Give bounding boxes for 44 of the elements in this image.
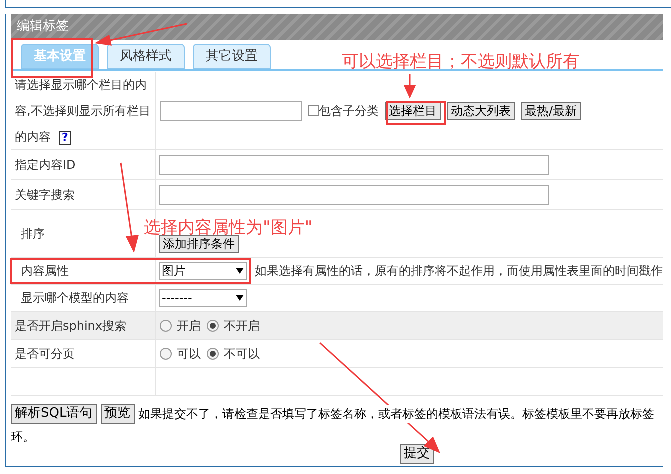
radio-button[interactable] [160,348,172,360]
arrow-icon [120,162,139,254]
field-label: 是否开启sphinx搜索 [15,318,127,334]
subcategory-checkbox[interactable] [308,105,319,116]
option-button[interactable]: 最热/最新 [521,102,582,120]
tab[interactable]: 其它设置 [193,44,271,69]
field-label: 内容属性 [21,263,69,280]
hint-text: 如果选择有属性的话，原有的排序将不起作用，而使用属性表里面的时间戳作 [255,263,663,280]
dropdown-caret-icon [236,268,244,274]
arrow-icon [94,23,188,46]
radio-label: 不可以 [224,346,260,362]
footer-button[interactable]: 预览 [100,404,135,424]
option-button[interactable]: 动态大列表 [447,102,515,120]
checkbox-label: 包含子分类 [319,102,379,120]
annotation-text: 选择内容属性为"图片" [144,217,313,238]
radio-button[interactable] [207,320,219,332]
add-sort-button[interactable]: 添加排序条件 [159,235,239,253]
highlight-frame [386,101,446,125]
radio-label: 不开启 [224,318,260,334]
panel-title: 编辑标签 [17,18,69,36]
annotation-text: 可以选择栏目；不选则默认所有 [342,51,580,74]
arrow-icon [404,74,416,99]
radio-button[interactable] [207,348,219,360]
radio-label: 可以 [177,346,201,362]
field-label: 显示哪个模型的内容 [21,290,129,307]
radio-button[interactable] [160,320,172,332]
field-label: 关键字搜索 [15,186,75,204]
help-icon[interactable]: ? [59,130,72,144]
tab[interactable]: 风格样式 [107,44,185,69]
field-label: 排序 [21,226,45,242]
select-field[interactable]: ------- [159,289,247,307]
field-label: 是否可分页 [15,346,75,362]
text-field[interactable] [159,184,549,204]
text-field[interactable] [159,154,549,174]
submit-button[interactable]: 提交 [400,444,434,464]
select-field[interactable]: 图片 [159,262,247,280]
column-field[interactable] [160,100,302,120]
footer-button[interactable]: 解析SQL语句 [11,404,97,424]
footer-note: 环。 [11,429,36,446]
footer-note: 如果提交不了，请检查是否填写了标签名称，或者标签的模板语法有误。标签模板里不要再放标签 [138,405,655,423]
radio-label: 开启 [177,318,201,334]
dropdown-caret-icon [236,295,244,301]
field-label: 请选择显示哪个栏目的内容,不选择则显示所有栏目的内容 ? [15,76,151,146]
field-label: 指定内容ID [15,156,76,174]
